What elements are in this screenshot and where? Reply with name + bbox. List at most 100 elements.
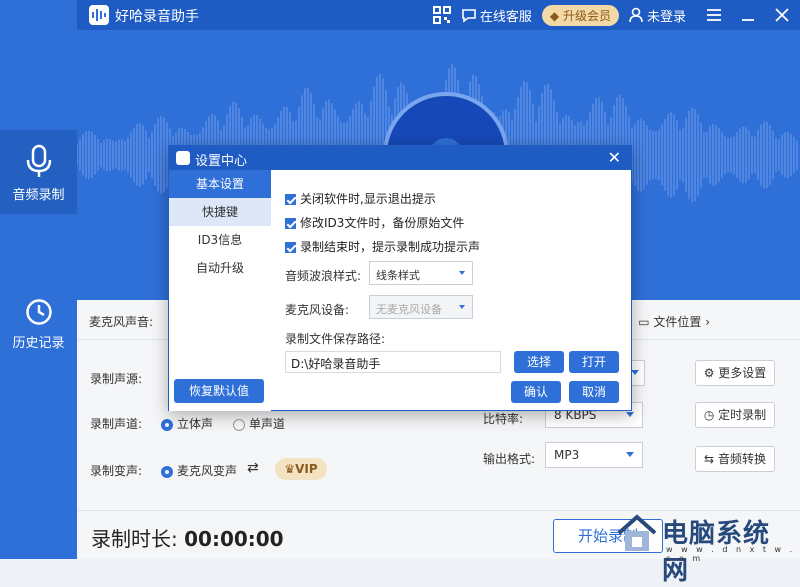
select-path-button[interactable]: 选择 <box>514 351 564 373</box>
open-path-button[interactable]: 打开 <box>569 351 619 373</box>
online-service-label: 在线客服 <box>479 9 532 25</box>
user-icon <box>629 7 643 23</box>
channel-mono-option[interactable]: 单声道 <box>233 415 285 432</box>
restore-defaults-button[interactable]: 恢复默认值 <box>174 379 264 403</box>
online-service-link[interactable]: 在线客服 <box>461 6 532 25</box>
login-link[interactable]: 未登录 <box>629 6 686 25</box>
sidebar-item-label: 音频录制 <box>12 188 65 203</box>
format-value: MP3 <box>554 448 580 462</box>
settings-dialog: 设置中心 ✕ 基本设置 快捷键 ID3信息 自动升级 恢复默认值 关闭软件时,显… <box>168 145 632 411</box>
watermark-url: w w w . d n x t w . c o m <box>666 545 796 563</box>
microphone-icon <box>26 144 51 177</box>
mic-device-label: 麦克风设备: <box>285 303 350 317</box>
duration-value: 00:00:00 <box>184 527 284 551</box>
chat-icon <box>462 8 476 23</box>
mic-device-select[interactable]: 无麦克风设备 <box>369 295 473 319</box>
timer-icon: ◷ <box>703 408 715 422</box>
wave-style-label: 音频波浪样式: <box>285 269 362 283</box>
tab-auto-update[interactable]: 自动升级 <box>169 254 271 282</box>
voice-change-option[interactable]: 麦克风变声 <box>161 462 237 479</box>
watermark: 电脑系统网 w w w . d n x t w . c o m <box>610 511 796 586</box>
sidebar: 音频录制 历史记录 <box>0 0 77 559</box>
exit-prompt-checkbox[interactable]: 关闭软件时,显示退出提示 <box>285 190 436 207</box>
qr-code-icon[interactable] <box>432 6 451 24</box>
save-path-input[interactable]: D:\好哈录音助手 <box>285 351 501 373</box>
checkbox-label: 修改ID3文件时，备份原始文件 <box>300 216 465 230</box>
radio-unchecked-icon <box>233 418 245 431</box>
chevron-down-icon <box>631 370 639 375</box>
upgrade-vip-button[interactable]: ◆ 升级会员 <box>541 4 619 26</box>
sidebar-item-audio-record[interactable]: 音频录制 <box>0 130 77 214</box>
chevron-down-icon <box>626 452 634 457</box>
radio-checked-icon <box>161 465 173 478</box>
checkbox-label: 关闭软件时,显示退出提示 <box>300 192 436 206</box>
house-logo-icon <box>617 514 657 551</box>
channel-mono-label: 单声道 <box>249 417 286 431</box>
save-path-label: 录制文件保存路径: <box>285 332 386 346</box>
more-settings-label: 更多设置 <box>718 366 767 380</box>
channel-label: 录制声道: <box>90 417 143 431</box>
checkbox-checked-icon <box>285 242 296 253</box>
convert-icon: ⇆ <box>704 452 715 466</box>
format-label: 输出格式: <box>483 452 536 466</box>
backup-id3-checkbox[interactable]: 修改ID3文件时，备份原始文件 <box>285 214 464 231</box>
login-label: 未登录 <box>646 9 686 25</box>
vip-badge-label: VIP <box>295 462 318 476</box>
upgrade-vip-label: 升级会员 <box>562 8 611 23</box>
file-location-label: 文件位置 <box>653 315 702 329</box>
radio-checked-icon <box>161 418 173 431</box>
diamond-icon: ◆ <box>549 8 560 23</box>
gear-icon: ⚙ <box>703 366 715 380</box>
channel-stereo-label: 立体声 <box>177 417 214 431</box>
mic-device-value: 无麦克风设备 <box>376 303 442 316</box>
confirm-button[interactable]: 确认 <box>511 381 561 403</box>
record-duration: 录制时长: 00:00:00 <box>91 523 284 552</box>
app-logo-icon <box>89 5 109 25</box>
duration-label: 录制时长: <box>91 527 178 551</box>
dialog-body: 关闭软件时,显示退出提示 修改ID3文件时，备份原始文件 录制结束时，提示录制成… <box>285 170 625 411</box>
more-settings-button[interactable]: ⚙ 更多设置 <box>695 360 775 386</box>
chevron-down-icon <box>626 412 634 417</box>
app-title: 好哈录音助手 <box>115 9 199 25</box>
dialog-nav: 基本设置 快捷键 ID3信息 自动升级 恢复默认值 <box>169 170 271 411</box>
tab-id3-info[interactable]: ID3信息 <box>169 226 271 254</box>
checkbox-checked-icon <box>285 194 296 205</box>
voice-change-label: 录制变声: <box>90 464 143 478</box>
tab-basic-settings[interactable]: 基本设置 <box>169 170 271 198</box>
audio-convert-label: 音频转换 <box>717 452 766 466</box>
chevron-down-icon <box>459 305 465 309</box>
close-icon[interactable] <box>774 7 790 23</box>
file-location-link[interactable]: ▭ 文件位置 › <box>638 313 710 330</box>
swap-icon[interactable]: ⇄ <box>247 460 259 476</box>
channel-stereo-option[interactable]: 立体声 <box>161 415 213 432</box>
title-bar: 好哈录音助手 在线客服 ◆ 升级会员 未登录 <box>77 0 800 30</box>
format-select[interactable]: MP3 <box>545 442 643 468</box>
chevron-down-icon <box>459 271 465 275</box>
success-sound-checkbox[interactable]: 录制结束时，提示录制成功提示声 <box>285 238 480 255</box>
folder-icon: ▭ <box>638 315 650 329</box>
audio-convert-button[interactable]: ⇆ 音频转换 <box>695 446 775 472</box>
menu-icon[interactable] <box>706 8 722 22</box>
sidebar-item-history[interactable]: 历史记录 <box>0 298 77 368</box>
dialog-title-bar: 设置中心 ✕ <box>169 146 631 170</box>
source-label: 录制声源: <box>90 372 143 386</box>
checkbox-checked-icon <box>285 218 296 229</box>
wave-style-value: 线条样式 <box>376 269 420 282</box>
crown-icon: ♛ <box>284 462 296 476</box>
mic-volume-label: 麦克风声音: <box>89 315 154 329</box>
timed-record-label: 定时录制 <box>718 408 767 422</box>
clock-icon <box>25 299 52 325</box>
minimize-icon[interactable] <box>740 8 756 22</box>
vip-badge[interactable]: ♛VIP <box>275 458 327 480</box>
checkbox-label: 录制结束时，提示录制成功提示声 <box>300 240 481 254</box>
tab-shortcuts[interactable]: 快捷键 <box>169 198 271 226</box>
dialog-title: 设置中心 <box>195 154 248 169</box>
wave-style-select[interactable]: 线条样式 <box>369 261 473 285</box>
sidebar-item-label: 历史记录 <box>12 336 65 351</box>
bitrate-label: 比特率: <box>483 412 524 426</box>
voice-change-option-label: 麦克风变声 <box>177 464 238 478</box>
cancel-button[interactable]: 取消 <box>569 381 619 403</box>
app-logo-icon <box>176 151 190 165</box>
dialog-close-icon[interactable]: ✕ <box>608 148 621 167</box>
timed-record-button[interactable]: ◷ 定时录制 <box>695 402 775 428</box>
